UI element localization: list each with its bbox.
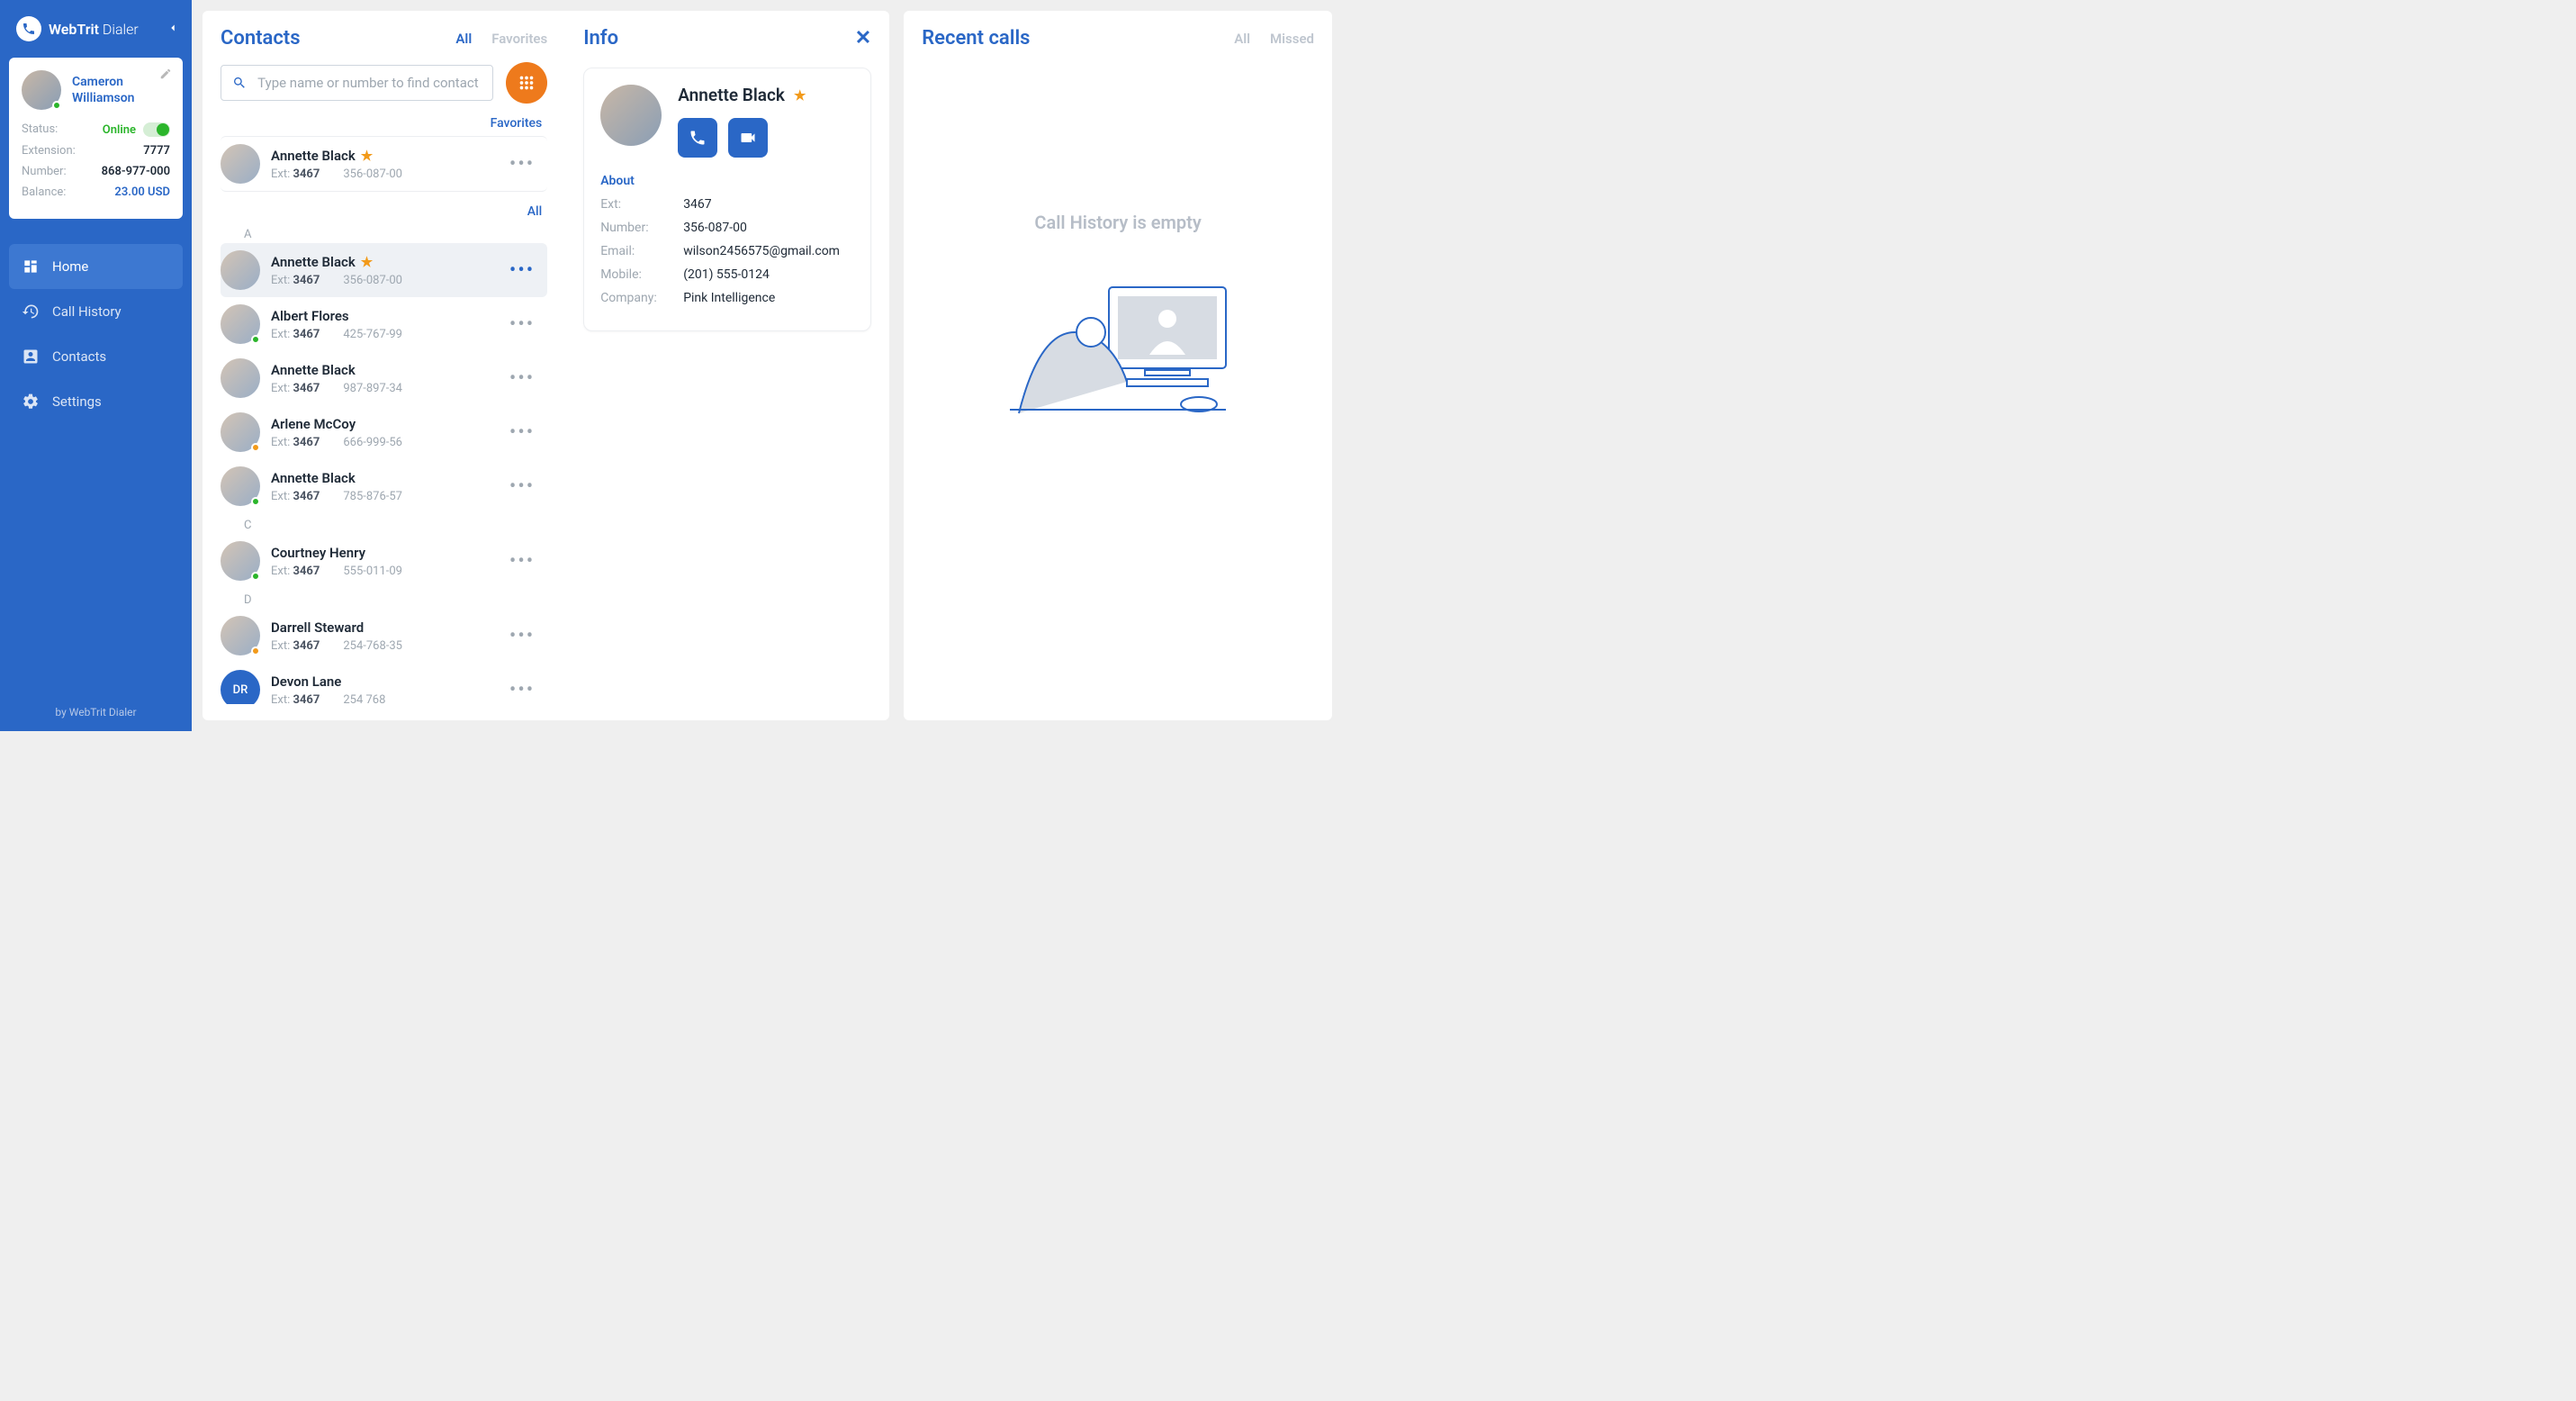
letter-d: D: [221, 588, 547, 609]
star-icon[interactable]: ★: [794, 87, 806, 104]
nav-call-history[interactable]: Call History: [9, 289, 183, 334]
app-logo-icon: [16, 16, 41, 41]
contact-item[interactable]: Albert Flores Ext: 3467425-767-99 •••: [221, 297, 547, 351]
about-label: About: [600, 174, 854, 188]
contact-item[interactable]: Annette Black Ext: 3467987-897-34 •••: [221, 351, 547, 405]
empty-state-text: Call History is empty: [1034, 212, 1201, 233]
all-section-label: All: [221, 204, 547, 219]
info-title: Info: [583, 27, 618, 50]
extension-label: Extension:: [22, 144, 76, 158]
contacts-title: Contacts: [221, 27, 301, 50]
edit-profile-icon[interactable]: [159, 67, 172, 84]
phone-icon: [689, 129, 707, 147]
info-company: Pink Intelligence: [683, 291, 775, 305]
star-icon: ★: [361, 148, 373, 164]
favorites-section-label: Favorites: [221, 116, 547, 131]
contact-item[interactable]: Annette Black Ext: 3467785-876-57 •••: [221, 459, 547, 513]
app-title: WebTrit Dialer: [49, 21, 139, 38]
info-avatar: [600, 85, 662, 146]
tab-contacts-all[interactable]: All: [455, 31, 472, 47]
contact-avatar: [221, 616, 260, 655]
home-icon: [22, 258, 40, 276]
more-icon[interactable]: •••: [502, 367, 542, 390]
contact-avatar: [221, 250, 260, 290]
empty-state-illustration: [1001, 269, 1235, 426]
close-icon[interactable]: ✕: [855, 29, 871, 49]
tab-recent-all[interactable]: All: [1234, 31, 1250, 47]
contact-avatar: DR: [221, 670, 260, 704]
contact-item[interactable]: Darrell Steward Ext: 3467254-768-35 •••: [221, 609, 547, 663]
footer-credit: by WebTrit Dialer: [0, 706, 192, 731]
dialpad-icon: [517, 73, 536, 93]
profile-name: CameronWilliamson: [72, 74, 134, 106]
contact-item[interactable]: DR Devon Lane Ext: 3467254 768 •••: [221, 663, 547, 704]
more-icon[interactable]: •••: [502, 153, 542, 176]
status-toggle[interactable]: [143, 122, 170, 137]
balance-value: 23.00 USD: [114, 185, 170, 199]
contact-avatar: [221, 466, 260, 506]
more-icon[interactable]: •••: [502, 550, 542, 573]
more-icon[interactable]: •••: [502, 679, 542, 701]
info-mobile: (201) 555-0124: [683, 267, 770, 282]
contact-item[interactable]: Arlene McCoy Ext: 3467666-999-56 •••: [221, 405, 547, 459]
extension-value: 7777: [143, 144, 170, 158]
more-icon[interactable]: •••: [502, 475, 542, 498]
search-input[interactable]: [257, 75, 482, 91]
info-ext: 3467: [683, 197, 711, 212]
info-email: wilson2456575@gmail.com: [683, 244, 840, 258]
contact-avatar: [221, 412, 260, 452]
nav-settings-label: Settings: [52, 393, 102, 410]
contact-item[interactable]: Courtney Henry Ext: 3467555-011-09 •••: [221, 534, 547, 588]
dialpad-button[interactable]: [506, 62, 547, 104]
more-icon[interactable]: •••: [502, 313, 542, 336]
nav-contacts[interactable]: Contacts: [9, 334, 183, 379]
more-icon[interactable]: •••: [502, 625, 542, 647]
status-value: Online: [103, 123, 136, 137]
video-call-button[interactable]: [728, 118, 768, 158]
status-label: Status:: [22, 122, 58, 137]
contact-item-favorite[interactable]: Annette Black★ Ext: 3467356-087-00 •••: [221, 136, 547, 192]
number-label: Number:: [22, 165, 67, 178]
info-number: 356-087-00: [683, 221, 747, 235]
contact-avatar: [221, 144, 260, 184]
contact-avatar: [221, 358, 260, 398]
letter-a: A: [221, 222, 547, 243]
sidebar-collapse-icon[interactable]: [167, 21, 179, 38]
tab-recent-missed[interactable]: Missed: [1270, 31, 1314, 47]
tab-contacts-favorites[interactable]: Favorites: [491, 31, 547, 47]
info-card: Annette Black ★ About: [583, 68, 871, 331]
number-value: 868-977-000: [102, 165, 170, 178]
profile-avatar: [22, 70, 61, 110]
contact-item[interactable]: Annette Black★ Ext: 3467356-087-00 •••: [221, 243, 547, 297]
more-icon[interactable]: •••: [502, 259, 542, 282]
nav-home-label: Home: [52, 258, 88, 275]
nav-call-history-label: Call History: [52, 303, 122, 320]
balance-label: Balance:: [22, 185, 66, 199]
recent-title: Recent calls: [922, 27, 1030, 50]
gear-icon: [22, 393, 40, 411]
letter-c: C: [221, 513, 547, 534]
contact-avatar: [221, 541, 260, 581]
star-icon: ★: [361, 254, 373, 270]
nav-home[interactable]: Home: [9, 244, 183, 289]
search-icon: [232, 75, 247, 91]
sidebar: WebTrit Dialer CameronWilliamson: [0, 0, 192, 731]
info-contact-name: Annette Black ★: [678, 85, 854, 105]
contacts-icon: [22, 348, 40, 366]
more-icon[interactable]: •••: [502, 421, 542, 444]
search-box[interactable]: [221, 65, 493, 101]
profile-card: CameronWilliamson Status: Online Extensi…: [9, 58, 183, 219]
contact-avatar: [221, 304, 260, 344]
nav-settings[interactable]: Settings: [9, 379, 183, 424]
call-button[interactable]: [678, 118, 717, 158]
history-icon: [22, 303, 40, 321]
nav-contacts-label: Contacts: [52, 348, 106, 365]
video-icon: [739, 129, 757, 147]
